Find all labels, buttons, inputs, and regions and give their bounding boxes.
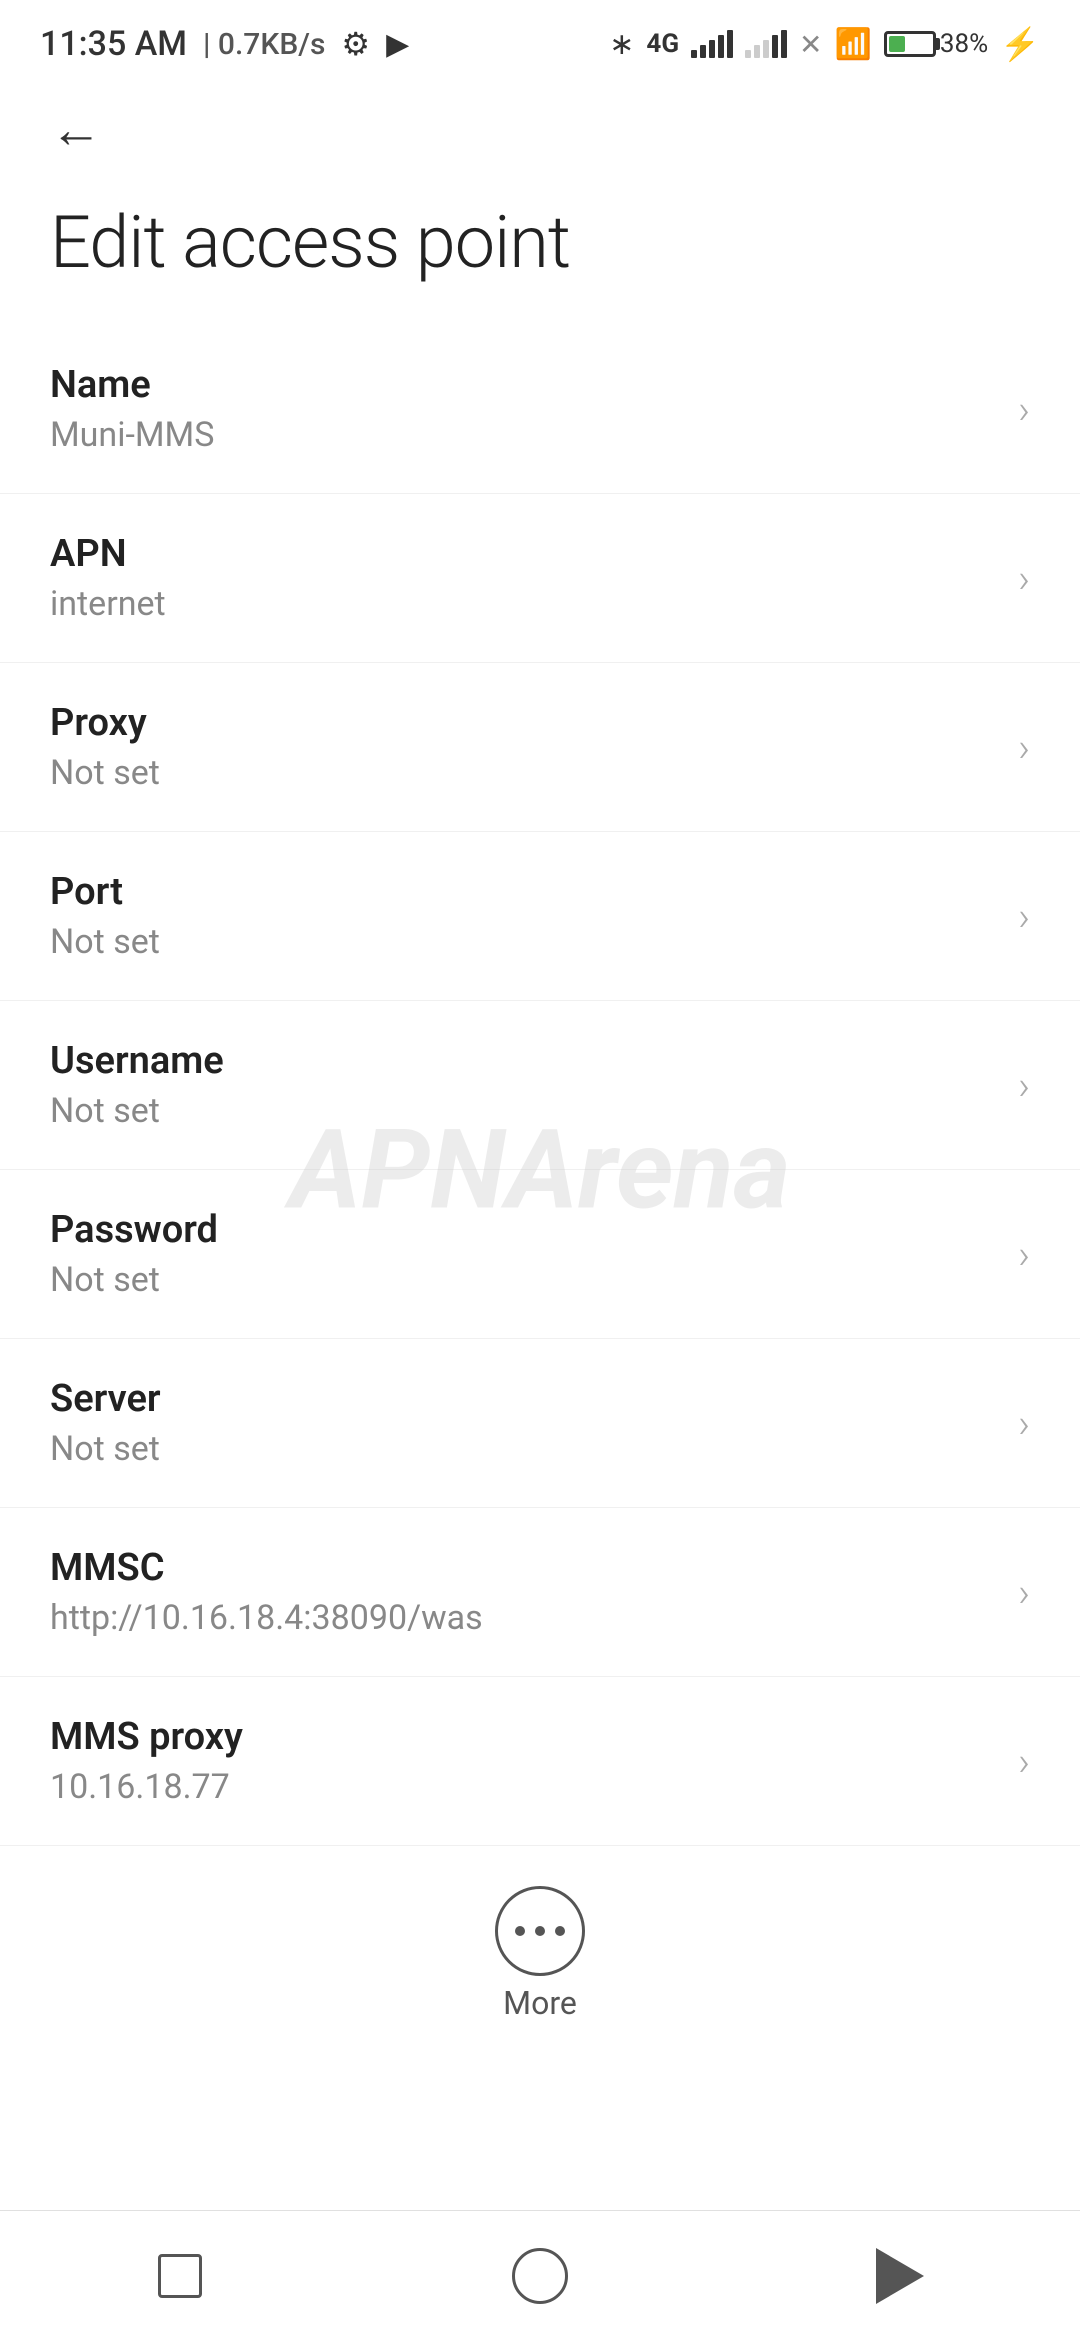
more-dots (515, 1926, 565, 1936)
more-dot-2 (535, 1926, 545, 1936)
recents-icon (158, 2254, 202, 2298)
speed-display: | 0.7KB/s (203, 27, 325, 62)
chevron-right-icon: › (1018, 1400, 1030, 1447)
settings-item-value: Not set (50, 1260, 218, 1300)
settings-item-port[interactable]: Port Not set › (0, 832, 1080, 1001)
settings-item-content: Password Not set (50, 1208, 218, 1300)
settings-item-content: Port Not set (50, 870, 160, 962)
settings-item-value: Not set (50, 922, 160, 962)
chevron-right-icon: › (1018, 1569, 1030, 1616)
settings-item-content: MMSC http://10.16.18.4:38090/was (50, 1546, 483, 1638)
recents-button[interactable] (120, 2236, 240, 2316)
more-dot-3 (555, 1926, 565, 1936)
settings-item-label: MMS proxy (50, 1715, 243, 1759)
battery-indicator: 38% (884, 29, 988, 59)
settings-item-content: Name Muni-MMS (50, 363, 214, 455)
more-label: More (503, 1984, 577, 2022)
chevron-right-icon: › (1018, 1231, 1030, 1278)
settings-item-content: APN internet (50, 532, 166, 624)
settings-item-label: Username (50, 1039, 224, 1083)
status-right: ∗ 4G ✕ 📶 38% ⚡ (609, 25, 1040, 63)
back-arrow-icon: ← (50, 99, 102, 160)
top-navigation: ← (0, 80, 1080, 180)
settings-item-password[interactable]: Password Not set › (0, 1170, 1080, 1339)
settings-item-label: Server (50, 1377, 161, 1421)
more-circle-button[interactable] (495, 1886, 585, 1976)
settings-item-label: MMSC (50, 1546, 483, 1590)
status-left: 11:35 AM | 0.7KB/s ⚙ ▶ (40, 24, 409, 64)
more-area[interactable]: More (0, 1846, 1080, 2052)
network-4g-icon: 4G (646, 29, 679, 59)
back-button[interactable]: ← (40, 94, 112, 166)
status-bar: 11:35 AM | 0.7KB/s ⚙ ▶ ∗ 4G ✕ 📶 38% (0, 0, 1080, 80)
signal-bars-1 (691, 30, 733, 58)
chevron-right-icon: › (1018, 1062, 1030, 1109)
wifi-icon: 📶 (835, 27, 872, 62)
settings-item-content: Username Not set (50, 1039, 224, 1131)
settings-item-mmsc[interactable]: MMSC http://10.16.18.4:38090/was › (0, 1508, 1080, 1677)
chevron-right-icon: › (1018, 724, 1030, 771)
settings-item-apn[interactable]: APN internet › (0, 494, 1080, 663)
back-nav-button[interactable] (840, 2236, 960, 2316)
settings-item-mms-proxy[interactable]: MMS proxy 10.16.18.77 › (0, 1677, 1080, 1846)
settings-item-content: MMS proxy 10.16.18.77 (50, 1715, 243, 1807)
battery-percentage: 38% (940, 29, 988, 59)
settings-list: Name Muni-MMS › APN internet › Proxy Not… (0, 325, 1080, 1846)
settings-item-label: Password (50, 1208, 218, 1252)
no-signal-icon: ✕ (799, 28, 822, 61)
page-title: Edit access point (0, 180, 1080, 325)
settings-item-content: Proxy Not set (50, 701, 160, 793)
settings-item-username[interactable]: Username Not set › (0, 1001, 1080, 1170)
settings-item-value: Not set (50, 1429, 161, 1469)
back-nav-icon (876, 2248, 924, 2304)
settings-item-label: Name (50, 363, 214, 407)
chevron-right-icon: › (1018, 555, 1030, 602)
settings-item-proxy[interactable]: Proxy Not set › (0, 663, 1080, 832)
settings-item-label: Proxy (50, 701, 160, 745)
settings-item-value: Not set (50, 1091, 224, 1131)
settings-item-name[interactable]: Name Muni-MMS › (0, 325, 1080, 494)
settings-item-value: Not set (50, 753, 160, 793)
more-dot-1 (515, 1926, 525, 1936)
settings-item-label: APN (50, 532, 166, 576)
charging-icon: ⚡ (1000, 25, 1040, 63)
settings-item-server[interactable]: Server Not set › (0, 1339, 1080, 1508)
bottom-navigation (0, 2210, 1080, 2340)
settings-item-value: http://10.16.18.4:38090/was (50, 1598, 483, 1638)
bluetooth-icon: ∗ (609, 27, 634, 62)
settings-item-label: Port (50, 870, 160, 914)
home-button[interactable] (480, 2236, 600, 2316)
time-display: 11:35 AM (40, 24, 187, 64)
chevron-right-icon: › (1018, 1738, 1030, 1785)
video-icon: ▶ (386, 27, 409, 62)
chevron-right-icon: › (1018, 893, 1030, 940)
signal-bars-2 (745, 30, 787, 58)
chevron-right-icon: › (1018, 386, 1030, 433)
settings-item-content: Server Not set (50, 1377, 161, 1469)
home-icon (512, 2248, 568, 2304)
settings-item-value: 10.16.18.77 (50, 1767, 243, 1807)
settings-item-value: internet (50, 584, 166, 624)
settings-icon: ⚙ (341, 25, 370, 63)
settings-item-value: Muni-MMS (50, 415, 214, 455)
